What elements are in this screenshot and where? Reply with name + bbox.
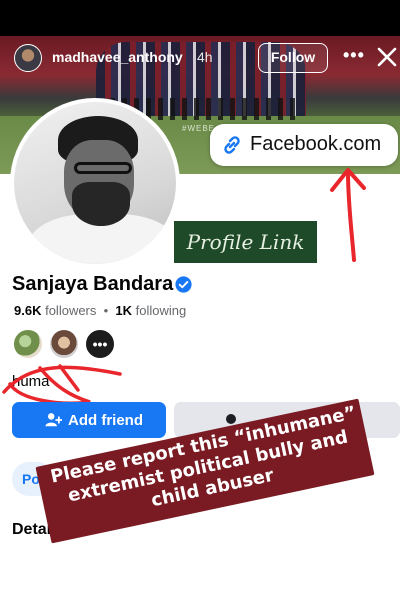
red-scribble-annotation [2,364,122,405]
link-icon [224,136,240,154]
close-icon[interactable] [376,42,398,72]
story-header: madhavee_anthony 4h Follow ••• [0,40,400,76]
profile-stats: 9.6K followers • 1K following [14,303,186,318]
profile-link-annotation: Profile Link [174,221,317,263]
verified-badge-icon [175,276,192,293]
stats-separator: • [103,303,109,318]
profile-picture-glasses [74,162,132,174]
profile-picture[interactable] [10,98,180,268]
followers-label[interactable]: followers [45,303,96,318]
following-label[interactable]: following [136,303,187,318]
message-icon [226,414,236,424]
following-count[interactable]: 1K [115,303,132,318]
story-time: 4h [197,49,213,65]
profile-picture-beard [72,182,130,226]
followers-count[interactable]: 9.6K [14,303,41,318]
add-person-icon [45,413,62,427]
story-author-avatar[interactable] [14,44,42,72]
link-sticker[interactable]: Facebook.com [210,124,398,166]
story-username[interactable]: madhavee_anthony [52,49,183,65]
story-top-strip [0,0,400,36]
more-horizontal-icon[interactable]: ••• [343,45,365,66]
add-friend-button[interactable]: Add friend [12,402,166,438]
cover-watermark: #WEBE [182,124,216,133]
red-arrow-annotation [330,168,366,262]
follow-button[interactable]: Follow [258,43,328,73]
link-sticker-text: Facebook.com [250,133,382,155]
profile-name: Sanjaya Bandara [12,273,174,295]
add-friend-label: Add friend [68,412,143,429]
more-mutuals-icon: ••• [92,336,108,352]
